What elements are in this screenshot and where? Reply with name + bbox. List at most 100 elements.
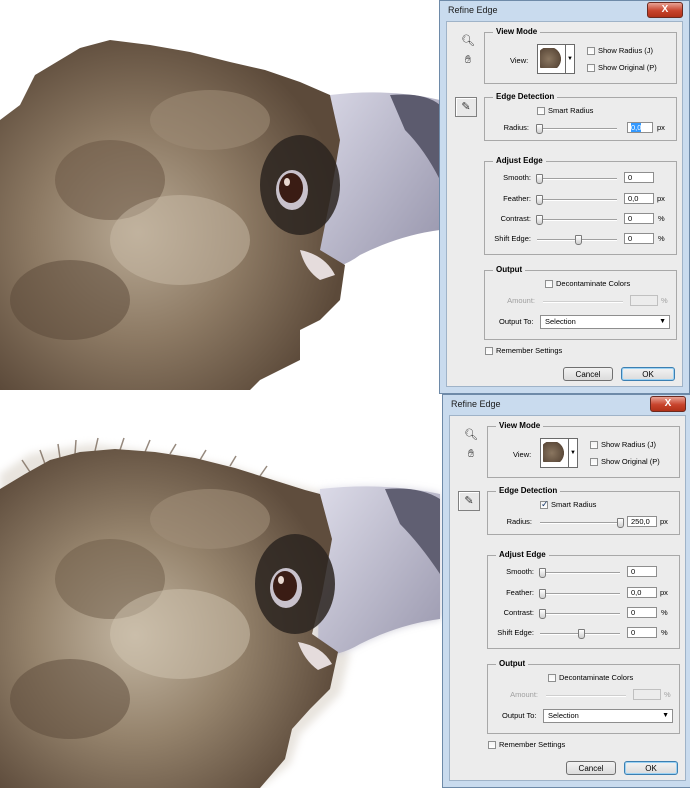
show-original-checkbox[interactable] <box>590 458 598 466</box>
dialog-client: 🔍︎ ✋︎ ✎ View Mode View: ▼ Show Radius (J… <box>446 21 683 387</box>
refine-radius-tool-icon[interactable]: ✎ <box>458 491 480 511</box>
contrast-slider-thumb[interactable] <box>539 609 546 619</box>
smooth-slider-thumb[interactable] <box>539 568 546 578</box>
dialog-title: Refine Edge <box>448 5 498 15</box>
radius-label: Radius: <box>503 123 529 132</box>
view-mode-group: View Mode View: ▼ Show Radius (J) Show O… <box>484 27 677 84</box>
refine-radius-tool-icon[interactable]: ✎ <box>455 97 477 117</box>
cancel-button[interactable]: Cancel <box>566 761 616 775</box>
smooth-label: Smooth: <box>503 173 531 182</box>
smooth-slider[interactable] <box>537 178 617 180</box>
feather-slider[interactable] <box>540 593 620 595</box>
vulture-head-image-refined-edge <box>0 437 440 788</box>
radius-unit: px <box>657 123 665 132</box>
smooth-slider-thumb[interactable] <box>536 174 543 184</box>
remember-settings-checkbox[interactable] <box>488 741 496 749</box>
shift-edge-input[interactable]: 0 <box>624 233 654 244</box>
output-title: Output <box>493 265 526 274</box>
dialog-client: 🔍︎ ✋︎ ✎ View Mode View: ▼ Show Radius (J… <box>449 415 686 781</box>
smooth-input[interactable]: 0 <box>627 566 657 577</box>
shift-edge-input[interactable]: 0 <box>627 627 657 638</box>
view-mode-group: View Mode View: ▼ Show Radius (J) Show O… <box>487 421 680 478</box>
zoom-tool-icon[interactable]: 🔍︎ <box>460 33 476 49</box>
contrast-label: Contrast: <box>503 608 534 617</box>
output-to-value: Selection <box>548 711 579 720</box>
radius-input[interactable]: 250,0 <box>627 516 657 527</box>
view-thumbnail-image <box>540 48 562 68</box>
feather-slider-thumb[interactable] <box>539 589 546 599</box>
decontaminate-colors-checkbox[interactable] <box>545 280 553 288</box>
show-original-checkbox[interactable] <box>587 64 595 72</box>
output-to-value: Selection <box>545 317 576 326</box>
chevron-down-icon: ▼ <box>565 45 574 73</box>
feather-slider[interactable] <box>537 199 617 201</box>
radius-slider-thumb[interactable] <box>617 518 624 528</box>
contrast-unit: % <box>658 214 665 223</box>
show-radius-label: Show Radius (J) <box>598 46 654 55</box>
remember-settings-checkbox[interactable] <box>485 347 493 355</box>
shift-edge-unit: % <box>658 234 665 243</box>
feather-slider-thumb[interactable] <box>536 195 543 205</box>
feather-input[interactable]: 0,0 <box>627 587 657 598</box>
radius-slider-thumb[interactable] <box>536 124 543 134</box>
ok-button[interactable]: OK <box>624 761 678 775</box>
decontaminate-colors-checkbox[interactable] <box>548 674 556 682</box>
contrast-label: Contrast: <box>500 214 531 223</box>
close-button[interactable]: X <box>650 396 686 412</box>
show-radius-checkbox[interactable] <box>590 441 598 449</box>
hand-tool-icon[interactable]: ✋︎ <box>460 52 476 68</box>
smart-radius-label: Smart Radius <box>551 500 597 509</box>
view-mode-title: View Mode <box>496 421 544 430</box>
radius-input[interactable]: 0,0 <box>627 122 653 133</box>
shift-edge-unit: % <box>661 628 668 637</box>
shift-edge-label: Shift Edge: <box>497 628 534 637</box>
show-radius-checkbox[interactable] <box>587 47 595 55</box>
view-thumbnail-image <box>543 442 565 462</box>
radius-slider[interactable] <box>537 128 617 130</box>
dialog-titlebar[interactable]: Refine Edge X <box>440 1 689 22</box>
smart-radius-checkbox[interactable] <box>540 499 549 510</box>
chevron-down-icon: ▼ <box>568 439 577 467</box>
shift-edge-slider-thumb[interactable] <box>575 235 582 245</box>
feather-input[interactable]: 0,0 <box>624 193 654 204</box>
dialog-titlebar[interactable]: Refine Edge X <box>443 395 690 416</box>
adjust-edge-title: Adjust Edge <box>496 550 549 559</box>
output-to-select[interactable]: Selection ▼ <box>540 315 670 329</box>
feather-label: Feather: <box>506 588 534 597</box>
remember-settings-label: Remember Settings <box>499 740 566 749</box>
contrast-unit: % <box>661 608 668 617</box>
contrast-slider[interactable] <box>537 219 617 221</box>
output-title: Output <box>496 659 529 668</box>
image-canvas-top[interactable] <box>0 0 450 394</box>
zoom-tool-icon[interactable]: 🔍︎ <box>463 427 479 443</box>
smooth-input[interactable]: 0 <box>624 172 654 183</box>
output-group: Output Decontaminate Colors Amount: % Ou… <box>487 659 680 734</box>
view-mode-title: View Mode <box>493 27 541 36</box>
contrast-input[interactable]: 0 <box>627 607 657 618</box>
image-canvas-bottom[interactable] <box>0 394 450 788</box>
hand-tool-icon[interactable]: ✋︎ <box>463 446 479 462</box>
output-to-select[interactable]: Selection ▼ <box>543 709 673 723</box>
view-thumbnail-dropdown[interactable]: ▼ <box>540 438 578 468</box>
smooth-slider[interactable] <box>540 572 620 574</box>
cancel-button[interactable]: Cancel <box>563 367 613 381</box>
amount-slider <box>546 695 626 697</box>
view-thumbnail-dropdown[interactable]: ▼ <box>537 44 575 74</box>
contrast-slider-thumb[interactable] <box>536 215 543 225</box>
shift-edge-slider-thumb[interactable] <box>578 629 585 639</box>
view-label: View: <box>510 56 529 65</box>
feather-label: Feather: <box>503 194 531 203</box>
chevron-down-icon: ▼ <box>662 712 669 719</box>
output-group: Output Decontaminate Colors Amount: % Ou… <box>484 265 677 340</box>
contrast-slider[interactable] <box>540 613 620 615</box>
radius-slider[interactable] <box>540 522 620 524</box>
edge-detection-title: Edge Detection <box>493 92 558 101</box>
amount-input <box>630 295 658 306</box>
dialog-title: Refine Edge <box>451 399 501 409</box>
ok-button[interactable]: OK <box>621 367 675 381</box>
close-button[interactable]: X <box>647 2 683 18</box>
chevron-down-icon: ▼ <box>659 318 666 325</box>
contrast-input[interactable]: 0 <box>624 213 654 224</box>
radius-label: Radius: <box>506 517 532 526</box>
smart-radius-checkbox[interactable] <box>537 107 545 115</box>
